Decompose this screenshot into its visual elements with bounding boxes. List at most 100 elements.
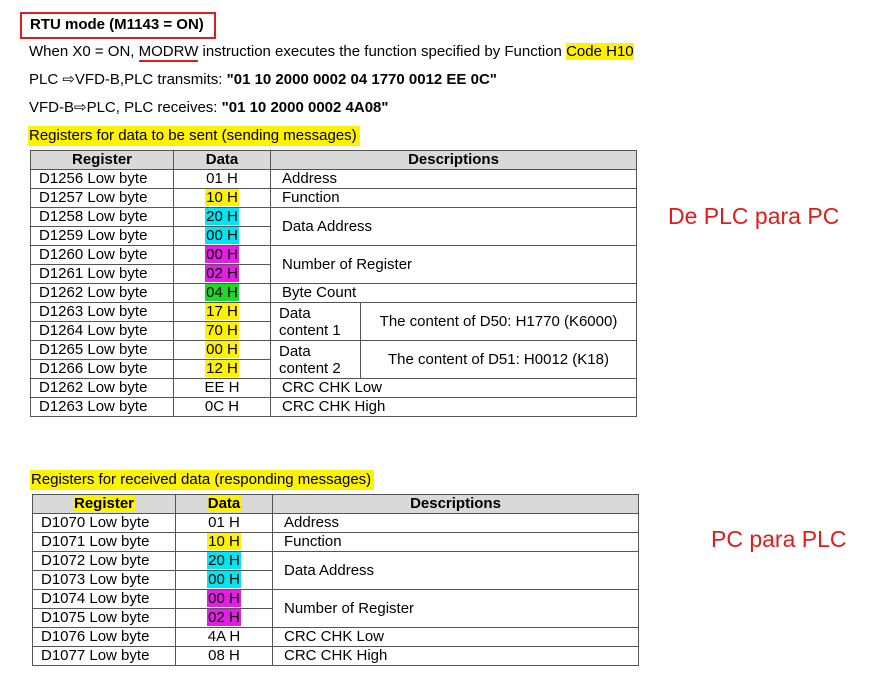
register-cell: D1256 Low byte	[30, 169, 174, 189]
data-value: 20 H	[207, 552, 241, 569]
data-value: 20 H	[205, 208, 239, 225]
send-table-caption: Registers for data to be sent (sending m…	[28, 126, 360, 146]
recv-direction-note: PC para PLC	[711, 526, 847, 552]
data-cell: 12 H	[173, 359, 271, 379]
register-cell: D1073 Low byte	[32, 570, 176, 590]
line1-middle: instruction executes the function specif…	[198, 43, 567, 60]
register-cell: D1257 Low byte	[30, 188, 174, 208]
register-cell: D1262 Low byte	[30, 378, 174, 398]
data-cell: 0C H	[173, 397, 271, 417]
send-header-row: Register Data Descriptions	[30, 150, 637, 170]
register-cell: D1263 Low byte	[30, 397, 174, 417]
description-cell: Number of Register	[272, 589, 639, 628]
data-cell: 00 H	[173, 226, 271, 246]
data-header-label: Data	[206, 495, 242, 512]
data-value: 01 H	[208, 514, 240, 531]
description-cell: Data content 2	[270, 340, 361, 379]
table-row: D1077 Low byte 08 H CRC CHK High	[32, 646, 639, 666]
header-line-2: PLC ⇨VFD-B,PLC transmits: "01 10 2000 00…	[29, 70, 497, 90]
data-cell: 20 H	[173, 207, 271, 227]
data-value: EE H	[204, 379, 240, 396]
recv-header-row: Register Data Descriptions	[32, 494, 639, 514]
desc-line: content 1	[279, 321, 341, 339]
data-cell: 01 H	[175, 513, 273, 533]
data-cell: 70 H	[173, 321, 271, 341]
register-cell: D1262 Low byte	[30, 283, 174, 303]
data-value: 10 H	[207, 533, 241, 550]
data-cell: 4A H	[175, 627, 273, 647]
table-row: D1070 Low byte 01 H Address	[32, 513, 639, 533]
register-cell: D1261 Low byte	[30, 264, 174, 284]
table-row: D1262 Low byte EE H CRC CHK Low	[30, 378, 637, 398]
send-registers-table: Register Data Descriptions D1256 Low byt…	[30, 150, 637, 417]
line1-prefix: When X0 = ON,	[29, 43, 139, 60]
register-header: Register	[32, 494, 176, 514]
register-cell: D1071 Low byte	[32, 532, 176, 552]
description-cell: Data Address	[270, 207, 637, 246]
data-value: 00 H	[205, 246, 239, 263]
data-cell: 02 H	[175, 608, 273, 628]
data-value: 12 H	[205, 360, 239, 377]
table-row: D1258 Low byte 20 H Data Address	[30, 207, 637, 246]
description-cell: CRC CHK Low	[270, 378, 637, 398]
data-value: 0C H	[204, 398, 240, 415]
desc-line: content 2	[279, 359, 341, 377]
desc-line: Data	[279, 304, 311, 322]
send-direction-note: De PLC para PC	[668, 203, 840, 229]
transmit-message: "01 10 2000 0002 04 1770 0012 EE 0C"	[226, 71, 497, 88]
register-cell: D1072 Low byte	[32, 551, 176, 571]
data-value: 08 H	[208, 647, 240, 664]
data-value: 02 H	[205, 265, 239, 282]
description-cell: Number of Register	[270, 245, 637, 284]
description-cell: Data content 1	[270, 302, 361, 341]
desc-line: Data	[279, 342, 311, 360]
line2-prefix: PLC ⇨VFD-B,PLC transmits:	[29, 71, 227, 88]
data-header: Data	[173, 150, 271, 170]
data-value: 10 H	[205, 189, 239, 206]
register-cell: D1074 Low byte	[32, 589, 176, 609]
table-row: D1260 Low byte 00 H Number of Register	[30, 245, 637, 284]
data-cell: 20 H	[175, 551, 273, 571]
function-code-highlight: Code H10	[566, 43, 634, 60]
table-row: D1074 Low byte 00 H Number of Register	[32, 589, 639, 628]
content-detail-cell: The content of D51: H0012 (K18)	[360, 340, 637, 379]
data-value: 17 H	[205, 303, 239, 320]
table-row: D1262 Low byte 04 H Byte Count	[30, 283, 637, 303]
data-cell: 00 H	[175, 570, 273, 590]
table-row: D1256 Low byte 01 H Address	[30, 169, 637, 189]
header-line-3: VFD-B⇨PLC, PLC receives: "01 10 2000 000…	[29, 98, 389, 118]
description-cell: CRC CHK High	[272, 646, 639, 666]
data-cell: 00 H	[173, 340, 271, 360]
content-detail-cell: The content of D50: H1770 (K6000)	[360, 302, 637, 341]
description-cell: Byte Count	[270, 283, 637, 303]
data-value: 04 H	[205, 284, 239, 301]
recv-table-caption: Registers for received data (responding …	[30, 470, 375, 490]
description-cell: Address	[270, 169, 637, 189]
data-value: 00 H	[207, 590, 241, 607]
register-cell: D1265 Low byte	[30, 340, 174, 360]
header-line-1: When X0 = ON, MODRW instruction executes…	[29, 42, 634, 62]
register-cell: D1076 Low byte	[32, 627, 176, 647]
register-cell: D1070 Low byte	[32, 513, 176, 533]
data-cell: 17 H	[173, 302, 271, 322]
data-value: 00 H	[205, 341, 239, 358]
table-row: D1263 Low byte 17 H Data content 1 The co…	[30, 302, 637, 341]
data-value: 00 H	[205, 227, 239, 244]
data-header: Data	[175, 494, 273, 514]
descriptions-header: Descriptions	[272, 494, 639, 514]
register-header: Register	[30, 150, 174, 170]
register-cell: D1075 Low byte	[32, 608, 176, 628]
description-cell: Function	[270, 188, 637, 208]
description-cell: Data Address	[272, 551, 639, 590]
data-cell: 00 H	[173, 245, 271, 265]
line3-prefix: VFD-B⇨PLC, PLC receives:	[29, 99, 222, 116]
rtu-mode-title: RTU mode (M1143 = ON)	[20, 12, 216, 39]
data-cell: 04 H	[173, 283, 271, 303]
data-cell: 02 H	[173, 264, 271, 284]
data-cell: 00 H	[175, 589, 273, 609]
modrw-keyword: MODRW	[138, 43, 199, 62]
register-cell: D1258 Low byte	[30, 207, 174, 227]
description-cell: Address	[272, 513, 639, 533]
descriptions-header: Descriptions	[270, 150, 637, 170]
table-row: D1263 Low byte 0C H CRC CHK High	[30, 397, 637, 417]
